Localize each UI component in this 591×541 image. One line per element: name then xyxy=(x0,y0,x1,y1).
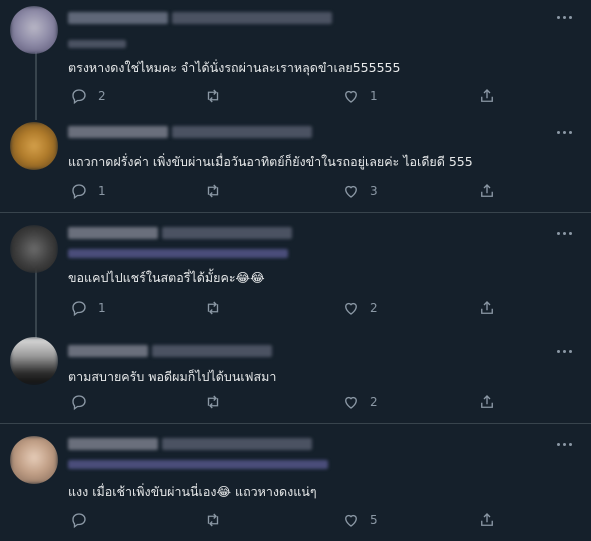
like-count: 2 xyxy=(370,395,378,409)
tweet-actions: 2 xyxy=(70,393,500,413)
tweet[interactable]: แงง เมื่อเช้าเพิ่งขับผ่านนี่เอง😂 แถวหางด… xyxy=(0,424,591,541)
author-handle[interactable] xyxy=(152,345,272,357)
more-icon[interactable] xyxy=(557,14,575,20)
reply-icon xyxy=(72,395,86,411)
author-handle[interactable] xyxy=(172,126,312,138)
author-name[interactable] xyxy=(68,438,158,450)
more-icon[interactable] xyxy=(557,230,575,236)
like-icon xyxy=(345,90,357,103)
replying-to xyxy=(68,460,328,469)
retweet-button[interactable] xyxy=(204,393,232,411)
replying-to xyxy=(68,249,288,258)
reply-icon xyxy=(72,513,86,529)
tweet-actions: 1 3 xyxy=(70,182,500,202)
tweet[interactable]: ตรงหางดงใช่ไหมคะ จำได้นั่งรถผ่านละเราหลุ… xyxy=(0,0,591,112)
retweet-icon xyxy=(207,301,219,315)
retweet-button[interactable] xyxy=(204,299,232,317)
avatar[interactable] xyxy=(10,6,58,54)
like-button[interactable]: 5 xyxy=(342,511,378,529)
retweet-button[interactable] xyxy=(204,511,232,529)
tweet[interactable]: แถวกาดฝรั่งค่า เพิ่งขับผ่านเมื่อวันอาทิต… xyxy=(0,112,591,212)
like-count: 1 xyxy=(370,89,378,103)
retweet-icon xyxy=(207,395,219,409)
reply-icon xyxy=(72,184,86,200)
tweet-text: ตรงหางดงใช่ไหมคะ จำได้นั่งรถผ่านละเราหลุ… xyxy=(68,60,401,75)
author-handle[interactable] xyxy=(162,438,312,450)
tweet-actions: 2 1 xyxy=(70,87,500,107)
author-name[interactable] xyxy=(68,12,168,24)
retweet-icon xyxy=(207,184,219,198)
more-icon[interactable] xyxy=(557,348,575,354)
reply-icon xyxy=(72,301,86,317)
more-icon[interactable] xyxy=(557,441,575,447)
share-button[interactable] xyxy=(478,299,496,317)
author-name[interactable] xyxy=(68,345,148,357)
retweet-button[interactable] xyxy=(204,87,232,105)
tweet[interactable]: ขอแคปไปแชร์ในสตอรี่ได้มั้ยคะ😂😂 1 2 xyxy=(0,213,591,325)
like-icon xyxy=(345,185,357,198)
avatar[interactable] xyxy=(10,122,58,170)
like-icon xyxy=(345,396,357,409)
tweet-text: ตามสบายครับ พอดีผมก็ไปได้บนเฟสมา xyxy=(68,369,277,384)
like-button[interactable]: 2 xyxy=(342,393,378,411)
like-count: 3 xyxy=(370,184,378,198)
avatar[interactable] xyxy=(10,337,58,385)
tweet-text: แถวกาดฝรั่งค่า เพิ่งขับผ่านเมื่อวันอาทิต… xyxy=(68,154,473,169)
share-icon xyxy=(481,184,493,197)
tweet-text: แงง เมื่อเช้าเพิ่งขับผ่านนี่เอง😂 แถวหางด… xyxy=(68,484,317,499)
like-button[interactable]: 1 xyxy=(342,87,378,105)
reply-button[interactable] xyxy=(70,393,98,411)
share-button[interactable] xyxy=(478,393,496,411)
like-icon xyxy=(345,514,357,527)
replying-to xyxy=(68,40,126,48)
reply-button[interactable]: 1 xyxy=(70,182,106,200)
author-handle[interactable] xyxy=(162,227,292,239)
share-icon xyxy=(481,513,493,526)
like-icon xyxy=(345,302,357,315)
share-button[interactable] xyxy=(478,182,496,200)
reply-button[interactable]: 1 xyxy=(70,299,106,317)
tweet[interactable]: ตามสบายครับ พอดีผมก็ไปได้บนเฟสมา 2 xyxy=(0,325,591,423)
tweet-actions: 1 2 xyxy=(70,299,500,319)
reply-button[interactable] xyxy=(70,511,98,529)
like-count: 5 xyxy=(370,513,378,527)
like-button[interactable]: 2 xyxy=(342,299,378,317)
reply-icon xyxy=(72,89,86,105)
author-name[interactable] xyxy=(68,126,168,138)
like-count: 2 xyxy=(370,301,378,315)
reply-count: 2 xyxy=(98,89,106,103)
like-button[interactable]: 3 xyxy=(342,182,378,200)
share-icon xyxy=(481,89,493,102)
author-handle[interactable] xyxy=(172,12,332,24)
reply-button[interactable]: 2 xyxy=(70,87,106,105)
retweet-button[interactable] xyxy=(204,182,232,200)
share-button[interactable] xyxy=(478,511,496,529)
reply-count: 1 xyxy=(98,184,106,198)
reply-count: 1 xyxy=(98,301,106,315)
author-name[interactable] xyxy=(68,227,158,239)
more-icon[interactable] xyxy=(557,129,575,135)
avatar[interactable] xyxy=(10,436,58,484)
share-icon xyxy=(481,301,493,314)
tweet-actions: 5 xyxy=(70,511,500,531)
avatar[interactable] xyxy=(10,225,58,273)
share-button[interactable] xyxy=(478,87,496,105)
tweet-text: ขอแคปไปแชร์ในสตอรี่ได้มั้ยคะ😂😂 xyxy=(68,270,265,285)
share-icon xyxy=(481,395,493,408)
retweet-icon xyxy=(207,513,219,527)
retweet-icon xyxy=(207,89,219,103)
